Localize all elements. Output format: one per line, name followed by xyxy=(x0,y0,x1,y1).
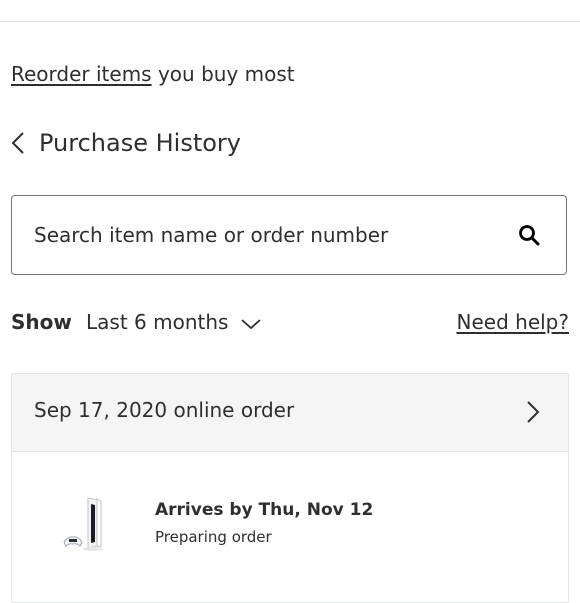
date-range-dropdown[interactable]: Last 6 months xyxy=(86,310,262,334)
order-date: Sep 17, 2020 online order xyxy=(34,398,295,422)
search-icon[interactable] xyxy=(518,224,540,246)
chevron-down-icon xyxy=(241,319,262,330)
reorder-suffix-text: you buy most xyxy=(151,62,295,86)
order-header[interactable]: Sep 17, 2020 online order xyxy=(12,374,568,452)
search-input[interactable] xyxy=(34,196,494,274)
chevron-left-icon[interactable] xyxy=(11,131,25,155)
show-label: Show xyxy=(11,310,72,334)
chevron-right-icon[interactable] xyxy=(526,400,540,424)
reorder-banner: Reorder items you buy most xyxy=(11,60,295,88)
date-range-value: Last 6 months xyxy=(86,310,229,334)
page-title: Purchase History xyxy=(39,129,241,157)
filter-row: Show Last 6 months Need help? xyxy=(11,308,569,338)
need-help-link[interactable]: Need help? xyxy=(457,310,569,334)
order-status: Preparing order xyxy=(155,528,272,546)
order-card: Sep 17, 2020 online order Arrives by Thu… xyxy=(11,373,569,603)
reorder-items-link[interactable]: Reorder items xyxy=(11,62,152,86)
game-console-image xyxy=(63,497,103,551)
arrival-date: Arrives by Thu, Nov 12 xyxy=(155,500,374,520)
top-divider xyxy=(0,21,580,22)
search-box xyxy=(11,195,567,275)
purchase-history-header[interactable]: Purchase History xyxy=(11,126,241,160)
